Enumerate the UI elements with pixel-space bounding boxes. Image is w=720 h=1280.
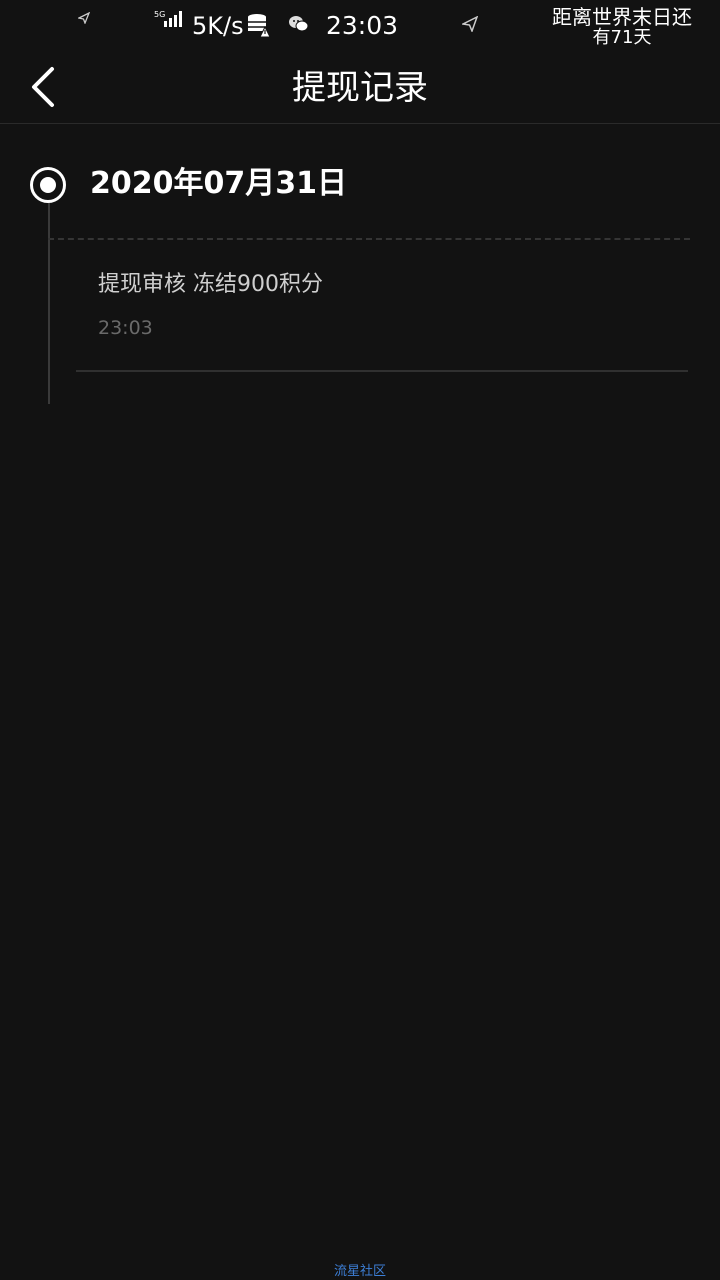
send-icon: [462, 16, 478, 32]
withdrawal-records-screen: 5G 5K/s 23:03 距离世界末日还 有71天 提现记录 2020年07月…: [0, 0, 720, 1280]
timeline-line: [48, 200, 50, 404]
timeline-node-icon: [30, 167, 66, 203]
send-icon: [78, 12, 90, 24]
timeline-date: 2020年07月31日: [90, 166, 347, 201]
countdown-line-1: 距离世界末日还: [552, 5, 692, 29]
network-speed: 5K/s: [192, 12, 244, 40]
status-bar: 5G 5K/s 23:03 距离世界末日还 有71天: [0, 0, 720, 52]
nav-bar: 提现记录: [0, 52, 720, 124]
wechat-icon: [288, 14, 310, 34]
network-label: 5G: [154, 10, 165, 19]
record-time: 23:03: [98, 317, 153, 339]
page-title: 提现记录: [292, 68, 428, 108]
list-item[interactable]: 提现审核 冻结900积分 23:03: [76, 264, 688, 372]
doomsday-countdown: 距离世界末日还 有71天: [542, 6, 702, 48]
signal-5g-icon: 5G: [154, 9, 184, 29]
status-time: 23:03: [326, 11, 399, 40]
record-description: 提现审核 冻结900积分: [98, 272, 323, 297]
footer-community-link[interactable]: 流星社区: [0, 1264, 720, 1280]
database-alert-icon: [246, 12, 272, 38]
countdown-line-2: 有71天: [592, 27, 652, 48]
dashed-divider: [48, 238, 690, 240]
